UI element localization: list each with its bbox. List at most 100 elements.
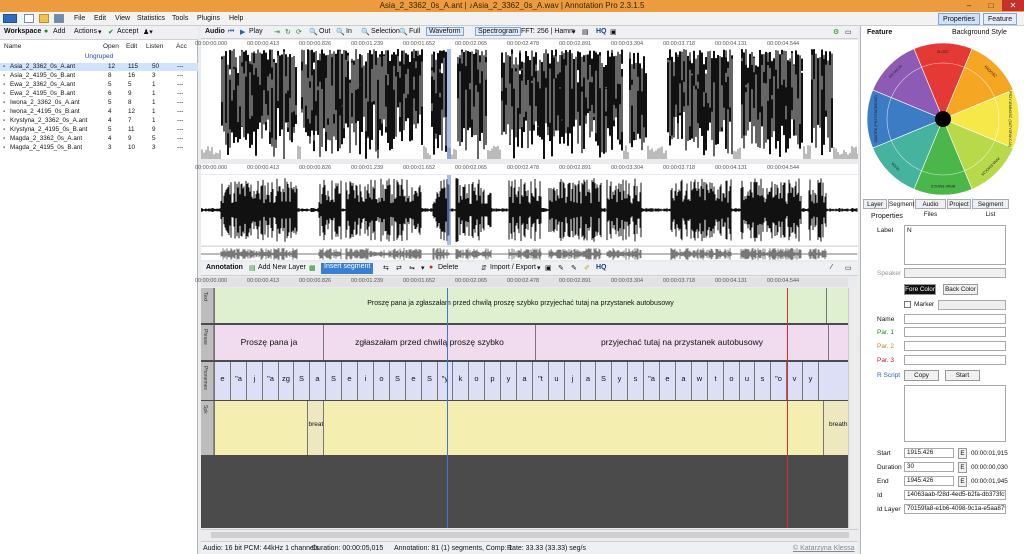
refresh-icon[interactable]: ⟳ bbox=[296, 28, 302, 36]
maximize-button[interactable]: □ bbox=[980, 0, 1002, 11]
chevron-down-icon[interactable]: ▾ bbox=[421, 264, 425, 272]
annotation-segment[interactable]: e bbox=[405, 362, 421, 400]
app-menu-icon[interactable] bbox=[3, 14, 17, 23]
annotation-segment[interactable]: "a bbox=[262, 362, 278, 400]
annotation-segment[interactable]: "t bbox=[532, 362, 548, 400]
background-style-select[interactable]: Background Style bbox=[952, 29, 1007, 36]
accept-icon[interactable]: ✔ bbox=[108, 28, 114, 36]
waveform-toggle[interactable]: Waveform bbox=[426, 27, 464, 36]
play-icon[interactable]: ▶ bbox=[240, 28, 245, 36]
file-row[interactable]: ▪ Magda_2_4195_0s_B.ant 3 10 3 --- bbox=[0, 144, 198, 152]
fore-color-button[interactable]: Fore Color bbox=[904, 284, 936, 295]
annotation-segment[interactable]: o bbox=[468, 362, 484, 400]
file-row[interactable]: ▪ Iwona_2_3362_0s_A.ant 5 8 1 --- bbox=[0, 99, 198, 107]
layer-name[interactable]: Spk bbox=[201, 401, 214, 455]
annotation-segment-empty[interactable] bbox=[818, 362, 848, 400]
new-file-icon[interactable] bbox=[24, 14, 34, 23]
file-row[interactable]: ▪ Asia_2_4195_0s_B.ant 8 16 3 --- bbox=[0, 72, 198, 80]
start-input[interactable]: 1915.426 bbox=[904, 448, 954, 458]
column-listen[interactable]: Listen bbox=[146, 43, 163, 50]
annotation-segment[interactable]: i bbox=[357, 362, 373, 400]
save-icon[interactable] bbox=[54, 14, 64, 23]
feature-panel-button[interactable]: Feature bbox=[983, 13, 1018, 25]
tab-layer[interactable]: Layer bbox=[863, 199, 887, 209]
annotation-segment[interactable]: Proszę pana ja bbox=[214, 325, 323, 360]
selection-highlight[interactable] bbox=[447, 175, 451, 245]
menu-statistics[interactable]: Statistics bbox=[137, 15, 165, 22]
add-layer-button[interactable]: Add New Layer bbox=[258, 264, 306, 271]
zoom-selection-button[interactable]: Selection bbox=[371, 28, 400, 35]
waveform[interactable] bbox=[201, 175, 858, 245]
end-input[interactable]: 1945.426 bbox=[904, 476, 954, 486]
annotation-segment[interactable]: a bbox=[675, 362, 691, 400]
delete-button[interactable]: Delete bbox=[438, 264, 458, 271]
annotation-segment[interactable]: k bbox=[452, 362, 468, 400]
duration-input[interactable]: 30 bbox=[904, 462, 954, 472]
menu-view[interactable]: View bbox=[115, 15, 130, 22]
overview-waveform[interactable] bbox=[201, 246, 858, 260]
play-button[interactable]: Play bbox=[249, 28, 263, 35]
group-header[interactable]: Ungruped bbox=[0, 53, 198, 60]
tab-audio-files[interactable]: Audio Files bbox=[915, 199, 946, 218]
spectrogram-settings-icon[interactable]: ▤ bbox=[582, 28, 589, 36]
layer-spk[interactable]: Spk breath breath bbox=[201, 401, 848, 455]
column-open[interactable]: Open bbox=[103, 43, 119, 50]
marker-checkbox[interactable] bbox=[904, 301, 911, 308]
layer-icon[interactable]: ▦ bbox=[309, 264, 316, 272]
annotation-segment[interactable]: e bbox=[341, 362, 357, 400]
wheel-center-handle[interactable] bbox=[935, 111, 951, 127]
spectrogram[interactable] bbox=[201, 49, 858, 159]
file-row[interactable]: ▪ Iwona_2_4195_0s_B.ant 4 12 1 --- bbox=[0, 108, 198, 116]
panel-toggle-icon[interactable]: ▭ bbox=[845, 264, 852, 272]
add-icon[interactable]: ● bbox=[44, 28, 48, 35]
panel-toggle-icon[interactable]: ▭ bbox=[845, 28, 852, 36]
rewind-icon[interactable]: ⏮ bbox=[228, 28, 234, 36]
id-input[interactable]: 14063aab-f28d-4ed5-b2fa-db373fcf80a bbox=[904, 490, 1006, 500]
back-color-button[interactable]: Back Color bbox=[943, 284, 978, 295]
annotation-segment[interactable]: przyjechać tutaj na przystanek autobusow… bbox=[535, 325, 828, 360]
edit-pen-alt-icon[interactable]: ✎ bbox=[571, 264, 577, 272]
edit-pen-icon[interactable]: ✎ bbox=[558, 264, 564, 272]
file-row[interactable]: ▪ Magda_2_3362_0s_A.ant 4 9 5 --- bbox=[0, 135, 198, 143]
insert-segment-button[interactable]: Insert segment bbox=[321, 263, 374, 274]
par3-input[interactable] bbox=[904, 355, 1006, 365]
tab-project[interactable]: Project bbox=[947, 199, 971, 209]
zoom-full-button[interactable]: Full bbox=[409, 28, 420, 35]
annotation-segment[interactable]: y bbox=[611, 362, 627, 400]
file-row[interactable]: ▪ Krystyna_2_4195_0s_B.ant 5 11 9 --- bbox=[0, 126, 198, 134]
actions-button[interactable]: Actions bbox=[74, 28, 97, 35]
annotation-segment[interactable]: e bbox=[214, 362, 230, 400]
brush-icon[interactable]: ✐ bbox=[584, 264, 590, 272]
playback-cursor[interactable] bbox=[447, 288, 448, 528]
annotation-segment[interactable]: breath bbox=[823, 401, 848, 455]
speaker-select[interactable] bbox=[904, 268, 1006, 278]
view-icon[interactable]: ▣ bbox=[545, 264, 552, 272]
accept-button[interactable]: Accept bbox=[117, 28, 138, 35]
column-edit[interactable]: Edit bbox=[126, 43, 137, 50]
tab-segment-list[interactable]: Segment List bbox=[972, 199, 1009, 218]
annotation-segment[interactable]: zg bbox=[278, 362, 293, 400]
annotation-segment[interactable]: t bbox=[707, 362, 723, 400]
add-button[interactable]: Add bbox=[53, 28, 65, 35]
import-export-button[interactable]: Import / Export bbox=[490, 264, 536, 271]
annotation-segment[interactable]: a bbox=[580, 362, 595, 400]
layer-phrase[interactable]: Phrase Proszę pana ja zgłaszałam przed ch… bbox=[201, 325, 848, 360]
credit-link[interactable]: © Katarzyna Klessa bbox=[793, 545, 855, 552]
file-row[interactable]: ▪ Asia_2_3362_0s_A.ant 12 115 50 --- bbox=[0, 63, 198, 71]
menu-plugins[interactable]: Plugins bbox=[197, 15, 220, 22]
camera-icon[interactable]: ▣ bbox=[610, 28, 617, 36]
par2-input[interactable] bbox=[904, 341, 1006, 351]
zoom-full-icon[interactable]: 🔍 bbox=[399, 28, 408, 36]
menu-edit[interactable]: Edit bbox=[94, 15, 106, 22]
close-button[interactable]: ✕ bbox=[1002, 0, 1024, 11]
column-name[interactable]: Name bbox=[4, 43, 21, 50]
zoom-out-button[interactable]: Out bbox=[319, 28, 330, 35]
annotation-segment[interactable]: "y bbox=[437, 362, 452, 400]
add-layer-icon[interactable]: ▤ bbox=[249, 264, 256, 272]
zoom-selection-icon[interactable]: 🔍 bbox=[361, 28, 370, 36]
hq-toggle[interactable]: HQ bbox=[596, 264, 607, 271]
duration-edit-button[interactable]: E bbox=[958, 462, 967, 473]
vertical-scrollbar[interactable] bbox=[848, 288, 858, 528]
end-edit-button[interactable]: E bbox=[958, 476, 967, 487]
layer-name[interactable]: Phrase bbox=[201, 325, 214, 360]
